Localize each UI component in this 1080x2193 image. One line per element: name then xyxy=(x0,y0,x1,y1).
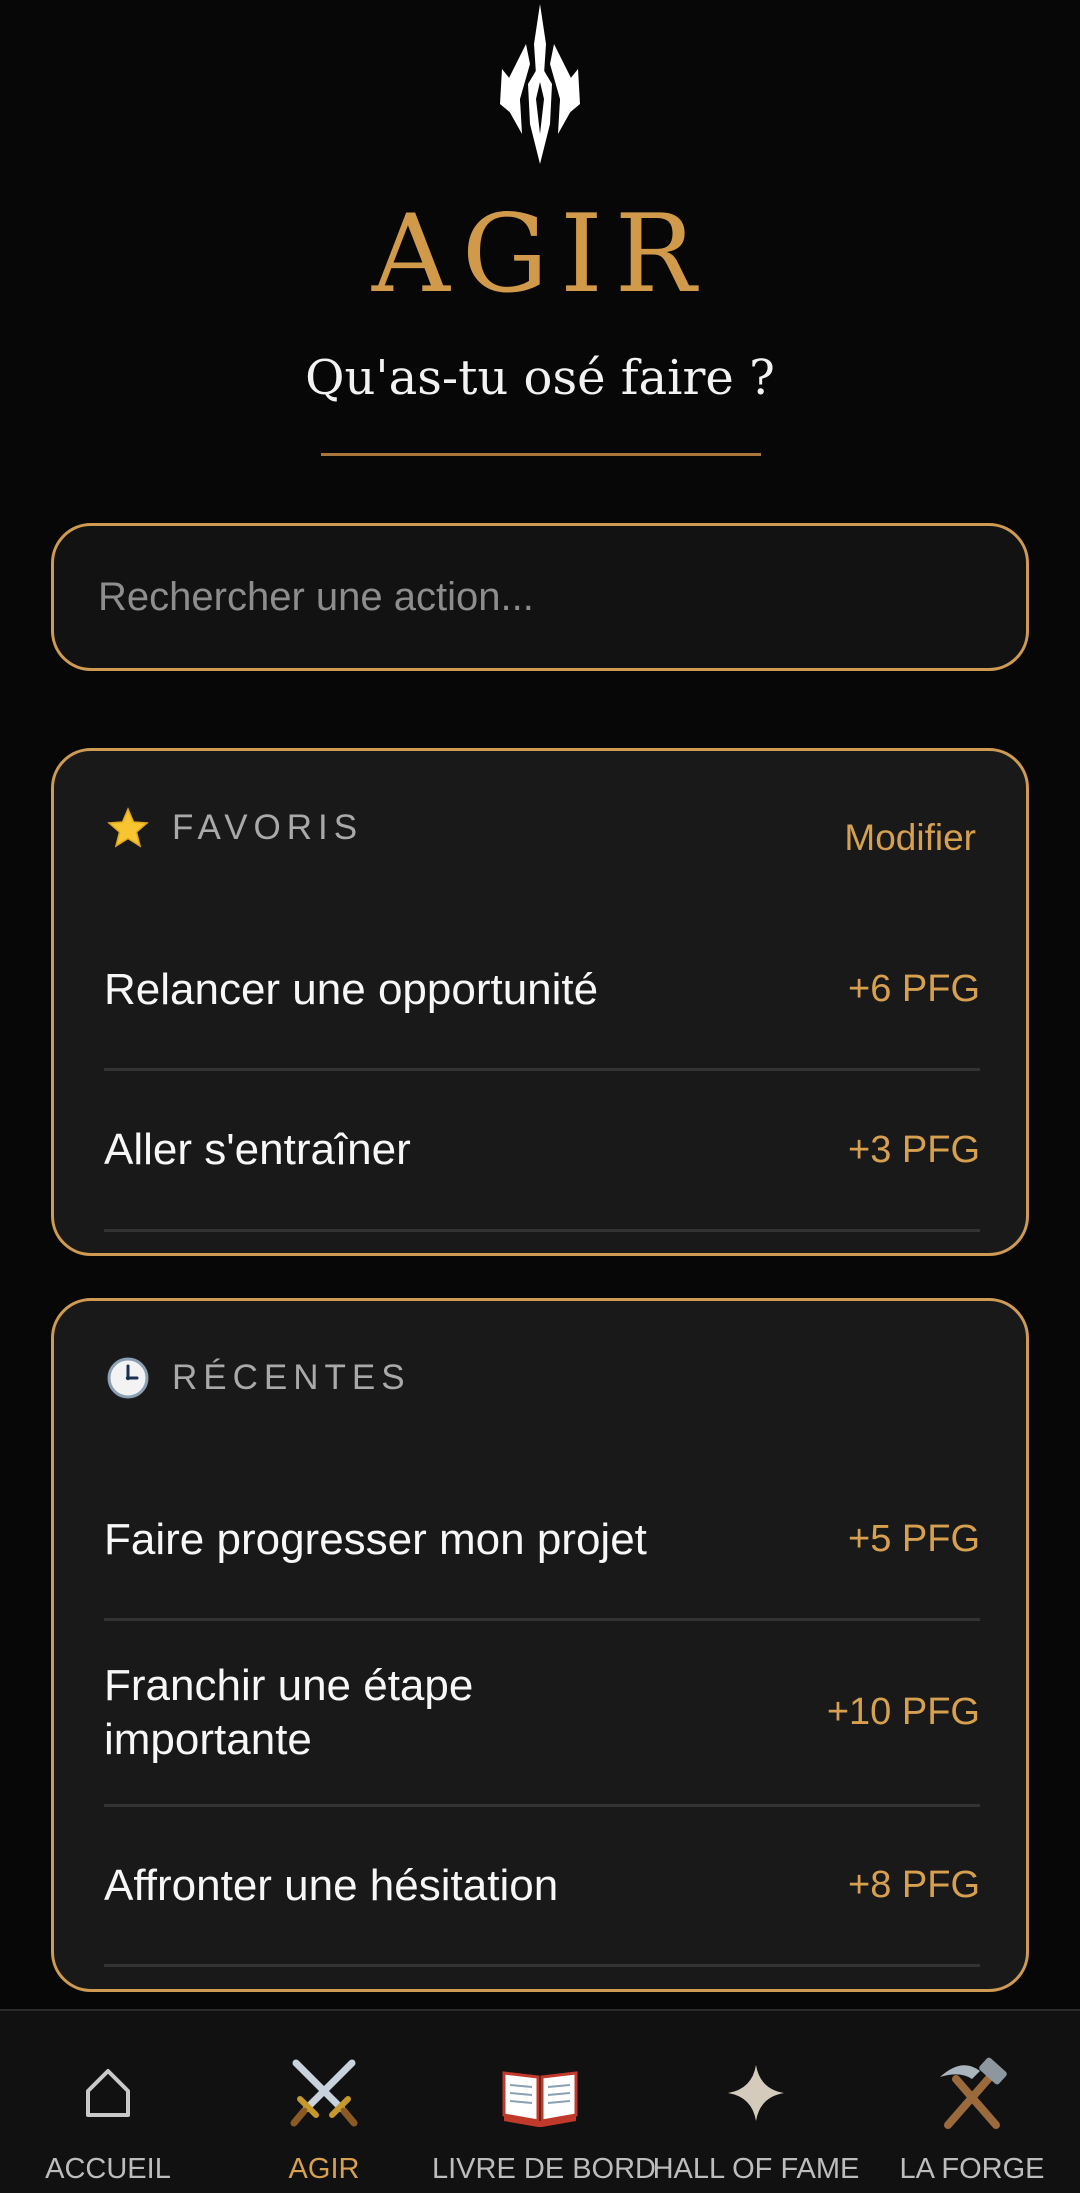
favorites-card: FAVORIS Modifier Relancer une opportunit… xyxy=(51,748,1029,1256)
title-divider xyxy=(321,453,761,456)
nav-item-la-forge[interactable]: LA FORGE xyxy=(864,2011,1080,2193)
crossed-swords-icon xyxy=(290,2059,358,2127)
nav-label: ACCUEIL xyxy=(45,2153,171,2185)
favorites-title: FAVORIS xyxy=(172,808,364,847)
action-points: +3 PFG xyxy=(848,1128,980,1171)
favorite-item[interactable]: Aller s'entraîner +3 PFG xyxy=(104,1071,980,1232)
nav-item-livre-de-bord[interactable]: LIVRE DE BORD xyxy=(432,2011,656,2193)
clock-icon xyxy=(107,1357,149,1399)
nav-label: LIVRE DE BORD xyxy=(432,2153,656,2185)
action-label: Affronter une hésitation xyxy=(104,1860,559,1910)
nav-label: HALL OF FAME xyxy=(652,2153,860,2185)
recent-title: RÉCENTES xyxy=(172,1358,411,1397)
home-icon xyxy=(86,2069,130,2117)
favorite-item[interactable]: Relancer une opportunité +6 PFG xyxy=(104,911,980,1071)
recent-item[interactable]: Franchir une étape importante +10 PFG xyxy=(104,1621,980,1807)
sparkle-star-icon xyxy=(728,2065,784,2121)
bottom-nav: ACCUEIL AGIR LIVRE DE BORD HALL OF FAME … xyxy=(0,2009,1080,2193)
action-points: +8 PFG xyxy=(848,1864,980,1906)
action-points: +10 PFG xyxy=(826,1691,980,1733)
page-subtitle: Qu'as-tu osé faire ? xyxy=(305,350,775,406)
action-label: Relancer une opportunité xyxy=(104,964,599,1014)
action-label: Faire progresser mon projet xyxy=(104,1514,647,1564)
action-label: Franchir une étape importante xyxy=(104,1660,474,1764)
action-points: +6 PFG xyxy=(848,968,980,1010)
trident-logo-icon xyxy=(500,4,580,164)
recent-card: RÉCENTES Faire progresser mon projet +5 … xyxy=(51,1298,1029,1992)
open-book-icon xyxy=(502,2071,578,2127)
hammer-pick-icon xyxy=(940,2057,1007,2129)
nav-item-accueil[interactable]: ACCUEIL xyxy=(0,2011,216,2193)
search-input[interactable] xyxy=(54,526,1026,668)
page-title: AGIR xyxy=(371,192,709,317)
star-icon xyxy=(107,807,149,848)
nav-label: LA FORGE xyxy=(899,2153,1045,2185)
nav-item-agir[interactable]: AGIR xyxy=(216,2011,432,2193)
edit-favorites-button[interactable]: Modifier xyxy=(844,817,976,859)
favorites-header: FAVORIS xyxy=(106,806,363,850)
recent-item[interactable]: Faire progresser mon projet +5 PFG xyxy=(104,1461,980,1621)
recent-header: RÉCENTES xyxy=(106,1356,411,1400)
search-box[interactable] xyxy=(51,523,1029,671)
nav-label: AGIR xyxy=(288,2153,360,2185)
action-points: +5 PFG xyxy=(848,1518,980,1560)
action-label: Aller s'entraîner xyxy=(104,1125,411,1174)
nav-item-hall-of-fame[interactable]: HALL OF FAME xyxy=(648,2011,864,2193)
recent-item[interactable]: Affronter une hésitation +8 PFG xyxy=(104,1807,980,1967)
